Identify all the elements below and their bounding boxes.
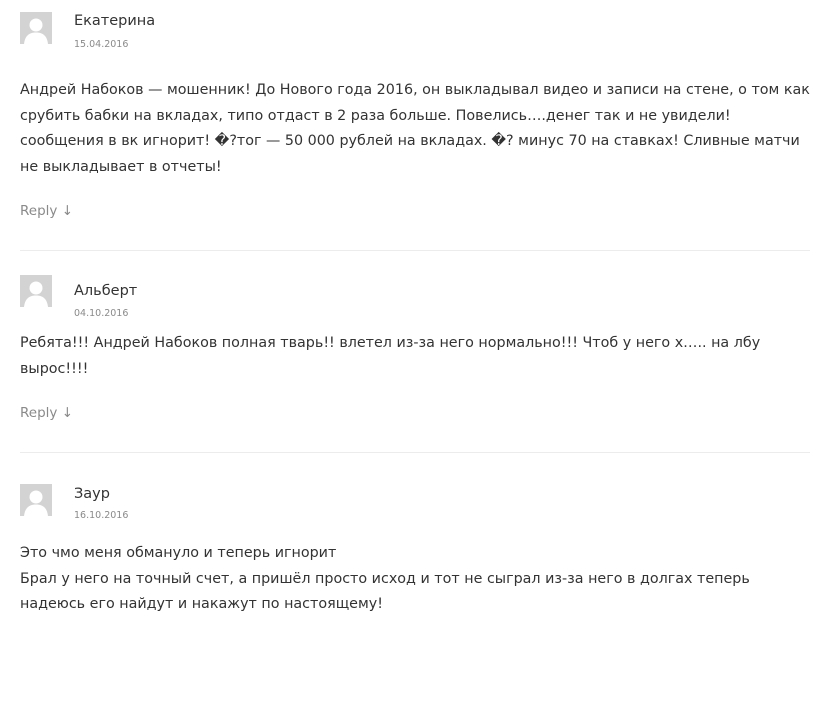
comment: Заур 16.10.2016 Это чмо меня обмануло и …	[20, 453, 810, 618]
comment-date[interactable]: 15.04.2016	[74, 39, 128, 51]
arrow-down-icon: ↓	[61, 405, 73, 421]
comment-header: Альберт 04.10.2016	[20, 251, 810, 319]
arrow-down-icon: ↓	[61, 203, 73, 219]
reply-label: Reply	[20, 203, 58, 219]
comment-body: Андрей Набоков — мошенник! До Нового год…	[20, 78, 810, 180]
comment-body: Это чмо меня обмануло и теперь игнорит Б…	[20, 541, 810, 618]
default-user-avatar-icon	[20, 484, 52, 516]
comment-paragraph: Ребята!!! Андрей Набоков полная тварь!! …	[20, 335, 761, 377]
comment: Альберт 04.10.2016 Ребята!!! Андрей Набо…	[20, 251, 810, 453]
comment-header: Екатерина 15.04.2016	[20, 0, 810, 60]
avatar	[20, 12, 52, 44]
comment-paragraph: Брал у него на точный счет, а пришёл про…	[20, 570, 750, 613]
comment-body: Ребята!!! Андрей Набоков полная тварь!! …	[20, 331, 810, 382]
reply-label: Reply	[20, 405, 58, 421]
default-user-avatar-icon	[20, 12, 52, 44]
default-user-avatar-icon	[20, 275, 52, 307]
comment-date[interactable]: 16.10.2016	[74, 510, 128, 522]
comment-paragraph: Это чмо меня обмануло и теперь игнорит	[20, 545, 337, 561]
comment-header: Заур 16.10.2016	[20, 453, 810, 521]
comment-list: Екатерина 15.04.2016 Андрей Набоков — мо…	[20, 0, 810, 618]
avatar	[20, 484, 52, 516]
comment-author[interactable]: Заур	[74, 485, 110, 503]
reply-link[interactable]: Reply ↓	[20, 404, 73, 422]
comment-paragraph: Андрей Набоков — мошенник! До Нового год…	[20, 82, 810, 175]
reply-link[interactable]: Reply ↓	[20, 202, 73, 220]
comment-author[interactable]: Альберт	[74, 282, 137, 300]
comment: Екатерина 15.04.2016 Андрей Набоков — мо…	[20, 0, 810, 251]
comment-author[interactable]: Екатерина	[74, 12, 155, 30]
avatar	[20, 275, 52, 307]
comment-date[interactable]: 04.10.2016	[74, 308, 128, 320]
